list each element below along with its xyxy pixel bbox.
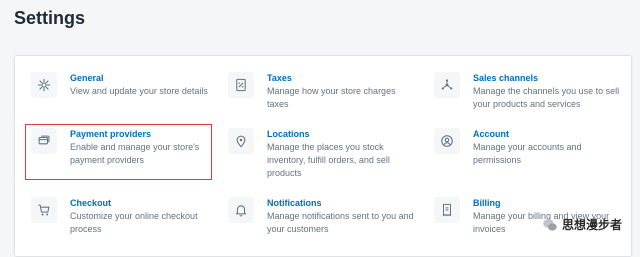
settings-item-description: Manage notifications sent to you and you… (267, 211, 414, 234)
settings-item-title[interactable]: Notifications (267, 197, 417, 209)
tax-receipt-icon (228, 72, 254, 98)
wechat-logo-icon (543, 218, 557, 231)
settings-item-description: Manage your accounts and permissions (473, 142, 582, 165)
settings-item-description: Customize your online checkout process (70, 211, 198, 234)
account-icon (434, 128, 460, 154)
settings-item-title[interactable]: Account (473, 128, 623, 140)
settings-item-title[interactable]: Checkout (70, 197, 220, 209)
settings-item-description: Manage the channels you use to sell your… (473, 86, 620, 109)
watermark-text: 思想漫步者 (561, 218, 622, 232)
settings-item-description: Manage the places you stock inventory, f… (267, 142, 390, 178)
watermark: 思想漫步者 (542, 216, 622, 233)
settings-item-description: View and update your store details (70, 86, 208, 96)
bell-icon (228, 197, 254, 223)
settings-item-title[interactable]: Taxes (267, 72, 417, 84)
settings-item-title[interactable]: General (70, 72, 220, 84)
shopping-cart-icon (31, 197, 57, 223)
settings-item-title[interactable]: Locations (267, 128, 417, 140)
settings-item-description: Manage how your store charges taxes (267, 86, 396, 109)
settings-item-title[interactable]: Sales channels (473, 72, 623, 84)
gear-icon (31, 72, 57, 98)
location-pin-icon (228, 128, 254, 154)
settings-item-title[interactable]: Billing (473, 197, 623, 209)
highlight-box (25, 124, 212, 180)
sales-channels-icon (434, 72, 460, 98)
invoice-icon (434, 197, 460, 223)
page-title: Settings (14, 8, 86, 28)
